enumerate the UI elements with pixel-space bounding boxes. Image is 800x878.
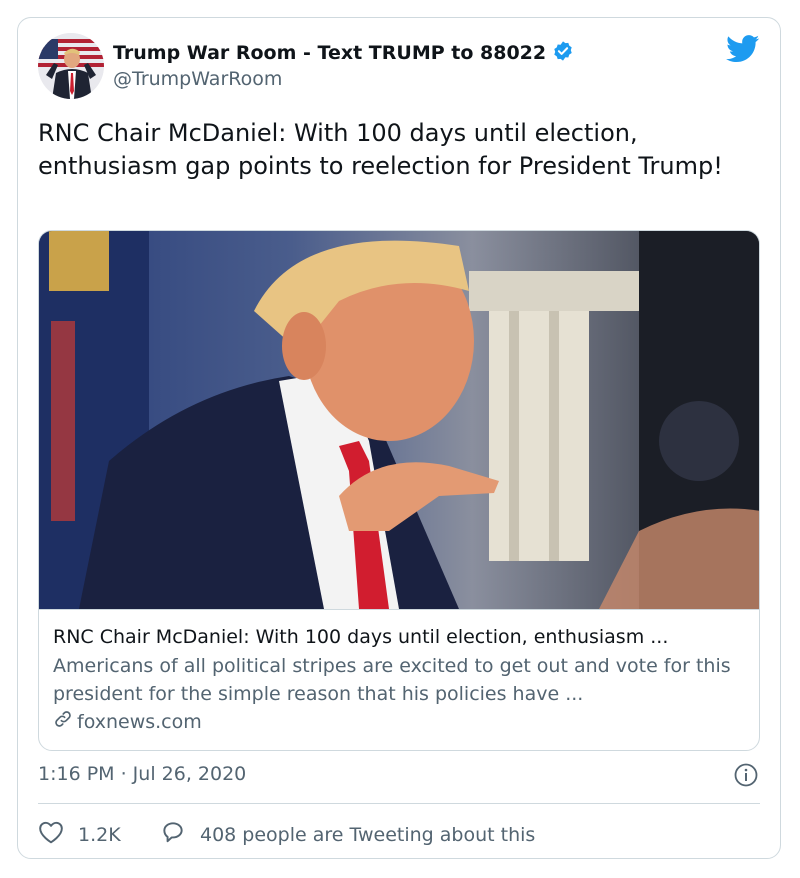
tweet-text: RNC Chair McDaniel: With 100 days until … xyxy=(38,119,723,180)
reply-bubble-icon xyxy=(160,820,186,849)
divider xyxy=(38,803,760,804)
link-preview-meta[interactable]: RNC Chair McDaniel: With 100 days until … xyxy=(39,609,759,750)
link-domain[interactable]: foxnews.com xyxy=(77,711,202,733)
info-icon[interactable] xyxy=(734,763,758,787)
twitter-bird-icon[interactable] xyxy=(726,35,760,63)
like-button[interactable]: 1.2K xyxy=(38,820,121,849)
avatar[interactable] xyxy=(38,33,104,99)
link-preview-card[interactable]: RNC Chair McDaniel: With 100 days until … xyxy=(38,230,760,751)
author-display-name[interactable]: Trump War Room - Text TRUMP to 88022 xyxy=(113,42,546,64)
tweeting-about-link[interactable]: 408 people are Tweeting about this xyxy=(160,820,535,849)
link-domain-row[interactable]: foxnews.com xyxy=(53,709,202,734)
link-title[interactable]: RNC Chair McDaniel: With 100 days until … xyxy=(53,624,753,650)
tweeting-about-text: 408 people are Tweeting about this xyxy=(200,823,536,846)
author-name-row[interactable]: Trump War Room - Text TRUMP to 88022 xyxy=(113,40,574,66)
author-handle[interactable]: @TrumpWarRoom xyxy=(113,68,282,90)
article-photo[interactable] xyxy=(39,231,759,609)
tweet-timestamp[interactable]: 1:16 PM · Jul 26, 2020 xyxy=(38,763,246,785)
link-icon xyxy=(53,709,73,734)
like-count: 1.2K xyxy=(78,823,121,846)
verified-badge-icon xyxy=(552,40,574,66)
link-description: Americans of all political stripes are e… xyxy=(53,655,731,705)
heart-icon xyxy=(38,820,64,849)
